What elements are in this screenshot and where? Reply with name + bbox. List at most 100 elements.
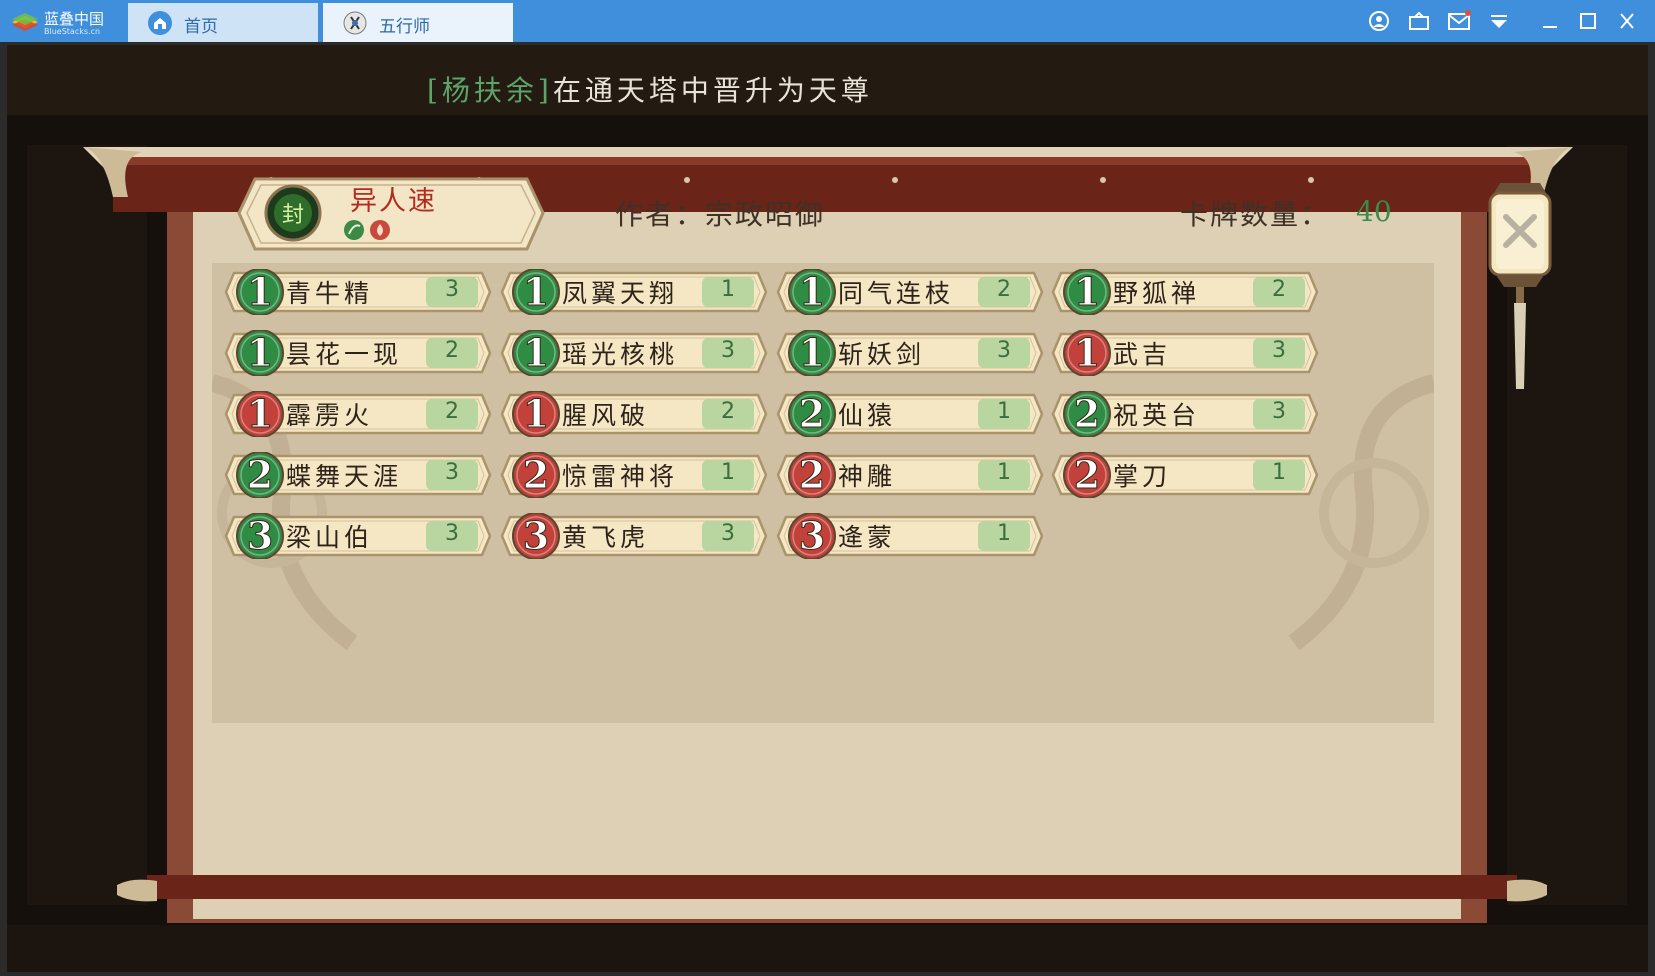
card-name: 仙猿 <box>838 401 897 430</box>
card-cost: 2 <box>1073 391 1101 437</box>
card-name: 瑶光核桃 <box>562 340 679 369</box>
card-quantity: 3 <box>721 521 735 546</box>
tab-home[interactable]: 首页 <box>128 3 318 42</box>
card-quantity: 3 <box>445 277 459 302</box>
card-item[interactable]: 1 野狐禅 2 <box>1051 267 1319 317</box>
card-name: 神雕 <box>838 462 897 491</box>
account-button[interactable] <box>1367 10 1391 32</box>
close-window-icon <box>1620 13 1634 29</box>
card-quantity: 1 <box>721 460 735 485</box>
account-icon <box>1369 11 1389 31</box>
card-cost: 1 <box>1073 269 1101 315</box>
card-quantity: 3 <box>445 521 459 546</box>
card-count-value: 40 <box>1356 195 1392 228</box>
card-cost: 1 <box>798 330 826 376</box>
close-window-button[interactable] <box>1615 10 1639 32</box>
game-viewport: [杨扶余]在通天塔中晋升为天尊 封 异人速 作者：宗政昭御 卡牌数量： 40 1… <box>7 45 1648 972</box>
card-name: 梁山伯 <box>286 523 374 552</box>
card-quantity: 2 <box>721 399 735 424</box>
card-quantity: 2 <box>445 338 459 363</box>
card-cost: 1 <box>798 269 826 315</box>
card-name: 腥风破 <box>562 401 650 430</box>
card-quantity: 1 <box>997 460 1011 485</box>
card-cost: 3 <box>522 513 550 559</box>
card-cost: 2 <box>246 452 274 498</box>
card-name: 黄飞虎 <box>562 523 650 552</box>
card-item[interactable]: 1 青牛精 3 <box>224 267 492 317</box>
bluestacks-logo-icon <box>12 13 38 31</box>
tab-wuxingshi[interactable]: 五行师 <box>323 3 513 42</box>
card-cost: 3 <box>798 513 826 559</box>
card-quantity: 2 <box>445 399 459 424</box>
card-name: 野狐禅 <box>1113 279 1201 308</box>
card-quantity: 1 <box>721 277 735 302</box>
emulator-title-bar: 蓝叠中国 BlueStacks.cn 首页 五行师 <box>0 0 1655 42</box>
card-cost: 1 <box>522 330 550 376</box>
minimize-button[interactable] <box>1538 10 1562 32</box>
card-item[interactable]: 1 斩妖剑 3 <box>776 328 1044 378</box>
card-item[interactable]: 3 逄蒙 1 <box>776 511 1044 561</box>
card-quantity: 1 <box>997 521 1011 546</box>
card-cost: 1 <box>246 330 274 376</box>
mail-icon <box>1448 10 1471 30</box>
card-cost: 1 <box>522 269 550 315</box>
card-cost: 2 <box>522 452 550 498</box>
card-item[interactable]: 1 武吉 3 <box>1051 328 1319 378</box>
card-count-label: 卡牌数量： <box>1180 198 1331 231</box>
brand-name: 蓝叠中国 <box>44 10 105 28</box>
card-item[interactable]: 1 瑶光核桃 3 <box>500 328 768 378</box>
card-item[interactable]: 1 腥风破 2 <box>500 389 768 439</box>
card-cost: 2 <box>798 452 826 498</box>
bluestacks-brand: 蓝叠中国 BlueStacks.cn <box>8 6 123 38</box>
card-quantity: 3 <box>997 338 1011 363</box>
scroll-bottom-rod <box>117 875 1547 902</box>
card-quantity: 3 <box>1272 399 1286 424</box>
card-item[interactable]: 1 凤翼天翔 1 <box>500 267 768 317</box>
card-cost: 1 <box>246 269 274 315</box>
card-item[interactable]: 3 黄飞虎 3 <box>500 511 768 561</box>
card-quantity: 2 <box>997 277 1011 302</box>
seal-emblem-icon: 封 <box>264 184 322 242</box>
tab-wuxingshi-label: 五行师 <box>379 17 430 37</box>
dropdown-menu-button[interactable] <box>1487 10 1511 32</box>
card-item[interactable]: 2 掌刀 1 <box>1051 450 1319 500</box>
card-name: 昙花一现 <box>286 340 403 369</box>
game-app-icon <box>343 11 367 35</box>
maximize-button[interactable] <box>1576 10 1600 32</box>
svg-text:封: 封 <box>282 203 304 228</box>
dropdown-menu-icon <box>1491 15 1507 28</box>
deck-author: 作者：宗政昭御 <box>615 198 826 231</box>
card-item[interactable]: 2 仙猿 1 <box>776 389 1044 439</box>
card-item[interactable]: 2 惊雷神将 1 <box>500 450 768 500</box>
card-item[interactable]: 2 神雕 1 <box>776 450 1044 500</box>
card-name: 凤翼天翔 <box>562 279 679 308</box>
card-item[interactable]: 3 梁山伯 3 <box>224 511 492 561</box>
card-cost: 2 <box>798 391 826 437</box>
card-name: 惊雷神将 <box>562 462 679 491</box>
card-item[interactable]: 1 昙花一现 2 <box>224 328 492 378</box>
card-name: 掌刀 <box>1113 462 1172 491</box>
card-name: 祝英台 <box>1113 401 1201 430</box>
card-cost: 1 <box>1073 330 1101 376</box>
share-button[interactable] <box>1407 10 1431 32</box>
card-item[interactable]: 1 同气连枝 2 <box>776 267 1044 317</box>
maximize-icon <box>1580 13 1596 29</box>
card-item[interactable]: 1 霹雳火 2 <box>224 389 492 439</box>
card-item[interactable]: 2 祝英台 3 <box>1051 389 1319 439</box>
home-icon <box>148 11 172 35</box>
deck-name: 异人速 <box>350 186 437 217</box>
mail-button[interactable] <box>1447 10 1471 32</box>
tab-home-label: 首页 <box>184 17 218 37</box>
card-name: 武吉 <box>1113 340 1172 369</box>
card-cost: 1 <box>246 391 274 437</box>
card-name: 斩妖剑 <box>838 340 926 369</box>
card-item[interactable]: 2 蝶舞天涯 3 <box>224 450 492 500</box>
fire-element-icon <box>370 220 390 240</box>
card-name: 逄蒙 <box>838 523 897 552</box>
card-name: 霹雳火 <box>286 401 374 430</box>
card-quantity: 1 <box>997 399 1011 424</box>
wood-element-icon <box>344 220 364 240</box>
share-icon <box>1409 11 1429 30</box>
close-lantern-icon[interactable] <box>1480 163 1560 408</box>
card-quantity: 3 <box>1272 338 1286 363</box>
